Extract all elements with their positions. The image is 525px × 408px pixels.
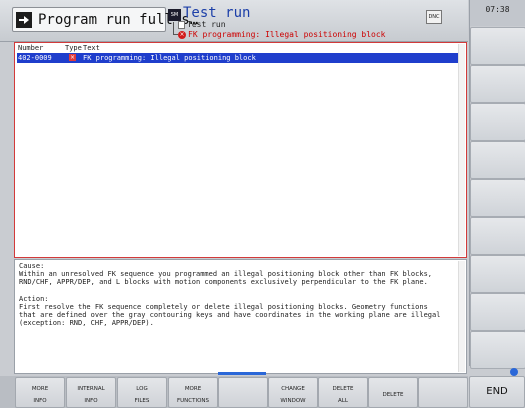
clock: 07:38 bbox=[469, 0, 525, 26]
error-message-list[interactable]: Number Type Text 402-0009 × FK programmi… bbox=[14, 42, 467, 258]
more-functions-button[interactable]: MORE FUNCTIONS bbox=[168, 377, 218, 408]
list-scrollbar[interactable] bbox=[458, 44, 465, 256]
tree-item-program: Test run bbox=[178, 20, 226, 29]
operating-mode-box: Program run full s… bbox=[12, 7, 198, 32]
change-window-button[interactable]: CHANGE WINDOW bbox=[268, 377, 318, 408]
tree-item-label: Test run bbox=[187, 20, 226, 29]
table-row[interactable]: 402-0009 × FK programming: Illegal posit… bbox=[17, 53, 458, 63]
column-header-type: Type bbox=[65, 44, 82, 52]
vertical-softkey-3[interactable] bbox=[470, 103, 525, 141]
vertical-softkey-8[interactable] bbox=[470, 293, 525, 331]
more-info-button[interactable]: MORE INFO bbox=[15, 377, 65, 408]
detail-scrollbar[interactable] bbox=[458, 261, 465, 372]
list-header: Number Type Text bbox=[17, 44, 458, 52]
error-number: 402-0009 bbox=[18, 54, 52, 62]
vertical-softkey-1[interactable] bbox=[470, 27, 525, 65]
vertical-softkey-9[interactable] bbox=[470, 331, 525, 369]
tree-item-error: × FK programming: Illegal positioning bl… bbox=[178, 30, 385, 39]
document-icon bbox=[178, 20, 185, 29]
active-softkey-indicator bbox=[218, 372, 266, 375]
error-text: FK programming: Illegal positioning bloc… bbox=[83, 54, 256, 62]
log-files-button[interactable]: LOG FILES bbox=[117, 377, 167, 408]
error-detail-panel: Cause: Within an unresolved FK sequence … bbox=[14, 259, 467, 374]
program-run-icon bbox=[16, 11, 32, 28]
error-type-icon: × bbox=[69, 54, 76, 61]
vertical-softkey-6[interactable] bbox=[470, 217, 525, 255]
column-header-text: Text bbox=[83, 44, 100, 52]
header-bar: Program run full s… SM Test run Test run… bbox=[0, 0, 468, 42]
column-header-number: Number bbox=[18, 44, 44, 52]
delete-all-button[interactable]: DELETE ALL bbox=[318, 377, 368, 408]
vertical-softkey-5[interactable] bbox=[470, 179, 525, 217]
delete-button[interactable]: DELETE bbox=[368, 377, 418, 408]
detail-line: (exception: RND, CHF, APPR/DEP). bbox=[19, 319, 154, 327]
horizontal-softkey-bar: MORE INFO INTERNAL INFO LOG FILES MORE F… bbox=[0, 376, 468, 408]
vertical-softkey-2[interactable] bbox=[470, 65, 525, 103]
program-title: Test run bbox=[183, 5, 251, 21]
error-icon: × bbox=[178, 30, 186, 39]
vertical-softkey-7[interactable] bbox=[470, 255, 525, 293]
softkey-page-indicator bbox=[510, 368, 518, 376]
detail-line: Action: bbox=[19, 295, 49, 303]
detail-line: RND/CHF, APPR/DEP, and L blocks with mot… bbox=[19, 278, 428, 286]
internal-info-button[interactable]: INTERNAL INFO bbox=[66, 377, 116, 408]
empty-softkey-9[interactable] bbox=[418, 377, 468, 408]
dnc-icon: DNC bbox=[426, 10, 442, 24]
empty-softkey-5[interactable] bbox=[218, 377, 268, 408]
vertical-softkey-4[interactable] bbox=[470, 141, 525, 179]
end-button[interactable]: END bbox=[469, 376, 525, 408]
detail-line: Within an unresolved FK sequence you pro… bbox=[19, 270, 433, 278]
tree-item-label: FK programming: Illegal positioning bloc… bbox=[188, 30, 386, 39]
detail-line: that are defined over the gray contourin… bbox=[19, 311, 441, 319]
detail-line: First resolve the FK sequence completely… bbox=[19, 303, 428, 311]
detail-line: Cause: bbox=[19, 262, 45, 270]
vertical-softkey-bar bbox=[469, 26, 525, 369]
